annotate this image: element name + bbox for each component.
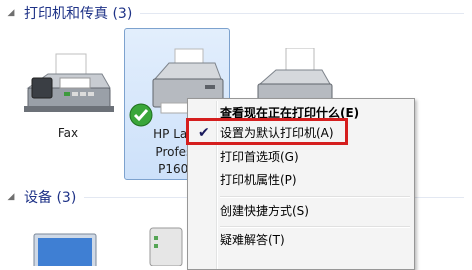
menu-item-label: 打印首选项(G) <box>220 150 299 164</box>
menu-item-label: 打印机属性(P) <box>220 173 297 187</box>
fax-label: Fax <box>57 126 79 140</box>
menu-item-create-shortcut[interactable]: 创建快捷方式(S) <box>190 200 412 222</box>
device-tile-monitor[interactable] <box>30 228 100 266</box>
menu-item-print-preferences[interactable]: 打印首选项(G) <box>190 146 412 168</box>
menu-item-label: 创建快捷方式(S) <box>220 204 309 218</box>
default-check-icon <box>129 103 153 127</box>
collapse-caret-icon[interactable]: ◢ <box>4 8 18 18</box>
menu-item-label: 疑难解答(T) <box>220 233 285 247</box>
printers-group-title: 打印机和传真 (3) <box>24 6 133 22</box>
collapse-caret-icon[interactable]: ◢ <box>4 192 18 202</box>
drive-icon <box>149 227 183 266</box>
menu-item-printer-properties[interactable]: 打印机属性(P) <box>190 169 412 191</box>
printers-group-header[interactable]: ◢ 打印机和传真 (3) <box>0 2 472 24</box>
devices-group-title: 设备 (3) <box>24 190 77 206</box>
group-divider <box>140 12 464 14</box>
menu-separator <box>220 226 410 228</box>
fax-machine-icon <box>24 53 114 112</box>
menu-item-troubleshoot[interactable]: 疑难解答(T) <box>190 229 412 251</box>
device-tile-drive[interactable] <box>146 226 186 266</box>
monitor-icon <box>33 233 97 266</box>
fax-printer-tile[interactable]: Fax <box>18 48 118 144</box>
menu-separator <box>220 196 410 198</box>
annotation-highlight-box <box>186 118 348 145</box>
